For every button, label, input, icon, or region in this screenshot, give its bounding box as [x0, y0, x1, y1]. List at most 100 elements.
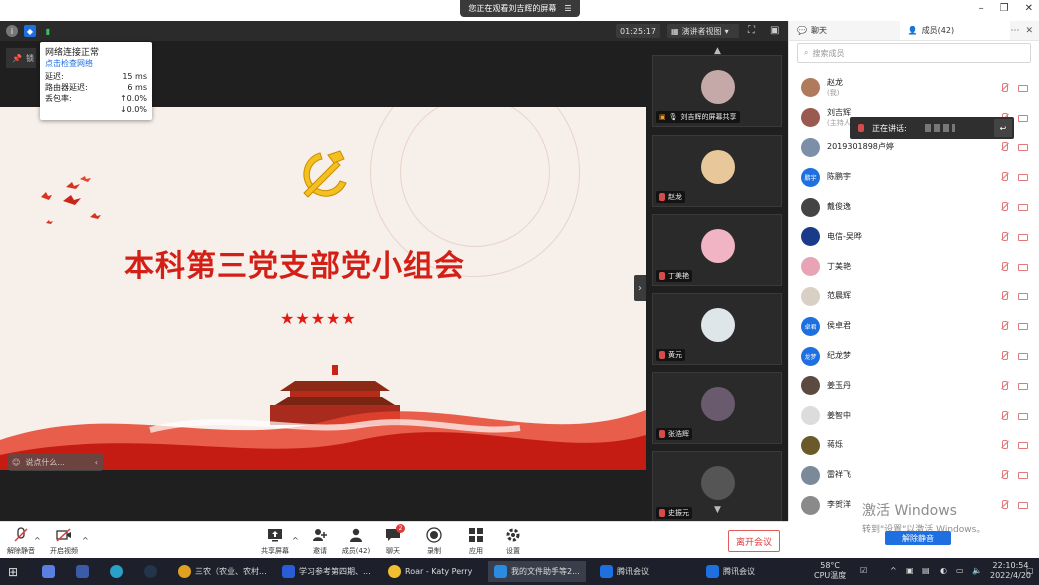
tray-icon[interactable]: ◐	[940, 566, 947, 576]
volume-icon[interactable]: 🔈	[972, 566, 982, 576]
camera-off-icon[interactable]	[1018, 84, 1028, 92]
chevron-up-icon[interactable]: ^	[292, 536, 299, 545]
list-item[interactable]: 赵龙 (我)	[789, 73, 1039, 103]
minimize-icon[interactable]: –	[979, 3, 984, 14]
checkbox-icon[interactable]: ☑	[860, 566, 867, 576]
camera-off-icon[interactable]	[1018, 442, 1028, 450]
tray-icon[interactable]: ▤	[922, 566, 930, 576]
signal-icon[interactable]: ▮	[42, 25, 54, 37]
list-item[interactable]: 电信-吴晔	[789, 222, 1039, 252]
chevron-down-icon[interactable]: ▼	[714, 505, 721, 515]
taskbar-item[interactable]: 腾讯会议	[700, 561, 761, 582]
camera-off-icon[interactable]	[1018, 174, 1028, 182]
clock[interactable]: 22:10:54 2022/4/20	[990, 561, 1031, 581]
tab-members[interactable]: 👤 成员(42)	[899, 21, 1011, 40]
share-banner[interactable]: 您正在观看刘吉辉的屏幕 ☰	[460, 0, 580, 17]
camera-off-icon[interactable]	[1018, 114, 1028, 122]
list-item[interactable]: 姜玉丹	[789, 371, 1039, 401]
mic-off-icon[interactable]	[1000, 261, 1008, 272]
steam-icon[interactable]	[138, 561, 163, 582]
app-pinned[interactable]	[104, 561, 129, 582]
camera-off-icon[interactable]	[1018, 353, 1028, 361]
list-item[interactable]: 卓君 侯卓君	[789, 311, 1039, 341]
list-item[interactable]: 鹏宇 陈鹏宇	[789, 162, 1039, 192]
mic-off-icon[interactable]	[1000, 440, 1008, 450]
chat-input[interactable]: ☺ 说点什么... ‹	[8, 453, 103, 471]
taskbar-item[interactable]: 腾讯会议	[594, 561, 655, 582]
taskbar-item[interactable]: 三农（农业、农村...	[172, 561, 273, 582]
list-item[interactable]: 戴俊逸	[789, 192, 1039, 222]
smile-icon[interactable]: ☺	[12, 458, 20, 467]
camera-off-icon[interactable]	[1018, 233, 1028, 241]
layout-icon[interactable]: ▣	[770, 25, 779, 36]
check-network-link[interactable]: 点击检查网络	[45, 58, 147, 69]
members-button[interactable]: 成员(42)	[336, 527, 376, 556]
camera-off-icon[interactable]	[1018, 263, 1028, 271]
camera-off-icon[interactable]	[1018, 204, 1028, 212]
taskbar-item[interactable]: Roar - Katy Perry	[382, 561, 478, 582]
list-item[interactable]: 蒋烁	[789, 431, 1039, 461]
apps-button[interactable]: 应用	[456, 527, 496, 556]
leave-meeting-button[interactable]: 离开会议	[728, 530, 780, 552]
start-video-button[interactable]: 开启视频	[44, 527, 84, 556]
cpu-temp[interactable]: 58°C CPU温度	[814, 561, 846, 581]
tab-chat[interactable]: 💬 聊天	[789, 21, 900, 40]
collapse-arrow-icon[interactable]: ›	[634, 275, 646, 301]
mic-off-icon[interactable]	[1000, 142, 1008, 152]
video-tile[interactable]: 赵龙	[652, 135, 782, 207]
chevron-left-icon[interactable]: ‹	[95, 458, 98, 467]
menu-icon[interactable]: ☰	[564, 4, 571, 13]
mic-off-icon[interactable]	[1000, 410, 1008, 421]
camera-off-icon[interactable]	[1018, 412, 1028, 420]
invite-button[interactable]: 邀请	[300, 527, 340, 556]
member-search-input[interactable]: ⌕ 搜索成员	[797, 43, 1031, 63]
chevron-up-icon[interactable]: ^	[34, 536, 41, 545]
video-tile[interactable]: 丁美艳	[652, 214, 782, 286]
taskbar-item[interactable]: 我的文件助手等2...	[488, 561, 586, 582]
unmute-all-button[interactable]: 解除静音	[885, 531, 951, 545]
mic-off-icon[interactable]	[1000, 231, 1008, 242]
camera-off-icon[interactable]	[1018, 323, 1028, 331]
list-item[interactable]: 姜智中	[789, 401, 1039, 431]
camera-off-icon[interactable]	[1018, 472, 1028, 480]
mic-off-icon[interactable]	[1000, 172, 1008, 182]
mic-off-icon[interactable]	[1000, 470, 1008, 480]
video-tile[interactable]: 黄元	[652, 293, 782, 365]
start-icon[interactable]: ⊞	[2, 561, 24, 582]
view-mode-select[interactable]: ▦ 演讲者视图 ▾	[667, 24, 739, 38]
mic-off-icon[interactable]	[1000, 380, 1008, 391]
list-item[interactable]: 范晨辉	[789, 282, 1039, 312]
camera-off-icon[interactable]	[1018, 144, 1028, 152]
shield-icon[interactable]: ◆	[24, 25, 36, 37]
more-icon[interactable]: ⋯	[1010, 26, 1019, 36]
camera-off-icon[interactable]	[1018, 382, 1028, 390]
mic-off-icon[interactable]	[1000, 202, 1008, 212]
camera-off-icon[interactable]	[1018, 293, 1028, 301]
mic-off-icon[interactable]	[1000, 500, 1008, 510]
list-item[interactable]: 龙梦 纪龙梦	[789, 341, 1039, 371]
share-screen-button[interactable]: 共享屏幕	[255, 527, 295, 556]
mic-off-icon[interactable]	[1000, 291, 1008, 301]
close-panel-icon[interactable]: ✕	[1025, 26, 1033, 36]
notification-icon[interactable]: ▢	[1026, 566, 1034, 576]
app-pinned[interactable]	[70, 561, 95, 582]
video-tile[interactable]: 张浩辉	[652, 372, 782, 444]
close-icon[interactable]: ✕	[1025, 3, 1033, 14]
info-icon[interactable]: i	[6, 25, 18, 37]
chevron-up-icon[interactable]: ^	[82, 536, 89, 545]
network-icon[interactable]: ▭	[956, 566, 964, 576]
chat-button[interactable]: 2 聊天	[373, 524, 413, 556]
pin-tag[interactable]: 📌 锁	[6, 48, 36, 68]
taskbar-item[interactable]: 学习参考第四期、...	[276, 561, 377, 582]
settings-button[interactable]: 设置	[493, 527, 533, 556]
app-pinned[interactable]	[36, 561, 61, 582]
chevron-up-icon[interactable]: ^	[890, 566, 897, 576]
restore-icon[interactable]: ❐	[1000, 3, 1009, 14]
video-tile[interactable]: ▣ 🎙 刘吉辉的屏幕共享	[652, 55, 782, 127]
mic-off-icon[interactable]	[1000, 351, 1008, 361]
reply-icon[interactable]: ↩	[994, 119, 1012, 137]
list-item[interactable]: 雷祥飞	[789, 460, 1039, 490]
list-item[interactable]: 丁美艳	[789, 252, 1039, 282]
mic-off-icon[interactable]	[1000, 321, 1008, 331]
fullscreen-icon[interactable]: ⛶	[748, 25, 755, 36]
